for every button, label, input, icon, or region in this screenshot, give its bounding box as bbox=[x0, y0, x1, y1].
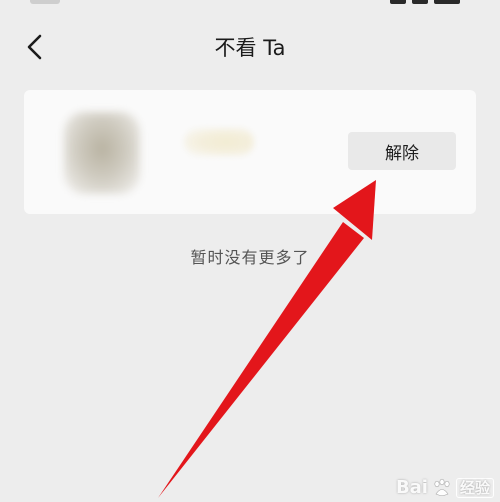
network-icon bbox=[412, 0, 428, 4]
signal-icon bbox=[390, 0, 406, 4]
avatar[interactable] bbox=[64, 112, 140, 194]
unblock-button[interactable]: 解除 bbox=[348, 132, 456, 170]
user-name bbox=[184, 128, 254, 156]
status-bar bbox=[0, 0, 500, 8]
baidu-paw-icon bbox=[434, 478, 450, 496]
watermark-brand: Bai bbox=[395, 477, 428, 498]
status-icons bbox=[390, 0, 460, 4]
status-time bbox=[30, 0, 60, 4]
empty-list-hint: 暂时没有更多了 bbox=[190, 248, 310, 267]
battery-icon bbox=[434, 0, 460, 4]
page-title: 不看 Ta bbox=[214, 36, 286, 60]
nav-bar: 不看 Ta bbox=[0, 22, 500, 72]
watermark: Bai 经验 bbox=[396, 477, 494, 498]
blocked-user-card: 解除 bbox=[24, 90, 476, 214]
watermark-suffix: 经验 bbox=[455, 477, 494, 498]
